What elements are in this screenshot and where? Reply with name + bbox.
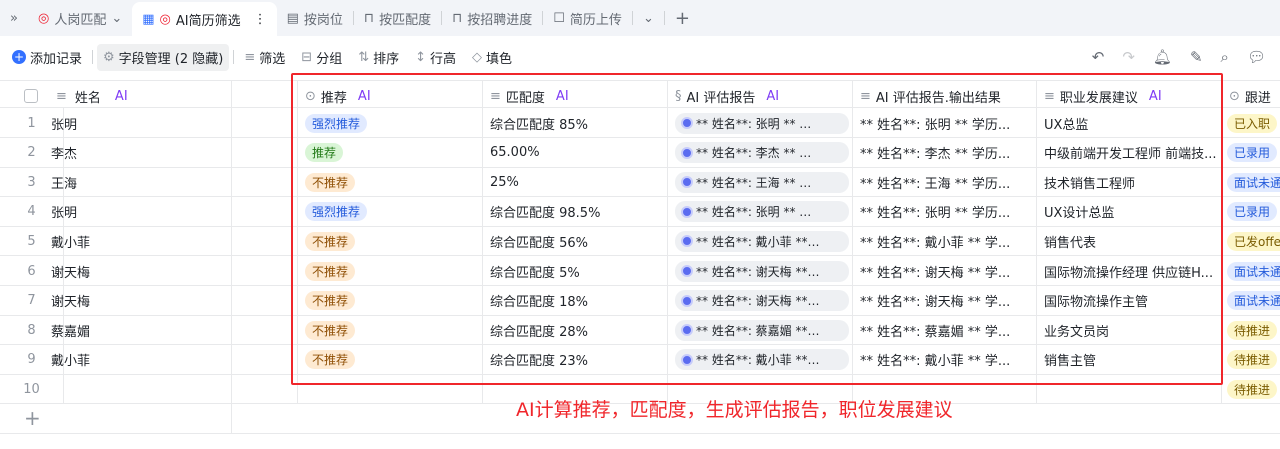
follow-cell[interactable]: 待推进 [1222, 374, 1280, 404]
follow-cell[interactable]: 面试未通 [1222, 256, 1280, 286]
follow-cell[interactable]: 待推进 [1222, 315, 1280, 345]
blank-cell[interactable] [232, 108, 298, 138]
follow-tag: 待推进 [1227, 320, 1278, 340]
row-height-icon: ↕ [415, 49, 427, 65]
paint-bucket-icon: ◇ [472, 49, 483, 65]
gear-icon: ⚙ [103, 49, 115, 65]
chevron-down-icon: ⌄ [111, 10, 123, 26]
more-tabs-chevron-icon[interactable]: ⌄ [633, 0, 664, 36]
expand-icon[interactable]: » [0, 0, 28, 36]
plus-circle-icon: + [12, 50, 26, 64]
tab-by-progress[interactable]: ⊓ 按招聘进度 [442, 0, 542, 36]
divider [233, 50, 235, 64]
group-icon: ⊟ [301, 49, 313, 65]
comment-icon[interactable]: 💬︎ [1247, 48, 1266, 66]
more-icon[interactable]: ⋮ [254, 12, 267, 27]
edit-icon[interactable]: ✎ [1190, 48, 1203, 66]
blank-cell[interactable] [232, 137, 298, 168]
undo-icon[interactable]: ↶ [1092, 48, 1105, 66]
follow-cell[interactable]: 已录用 [1222, 138, 1280, 168]
follow-cell[interactable]: 已入职 [1222, 108, 1280, 138]
blank-cell[interactable] [232, 315, 298, 346]
tab-ai-resume-filter[interactable]: ▦ ◎ AI简历筛选 ⋮ [132, 2, 277, 36]
tab-resume-upload[interactable]: ☐ 简历上传 [543, 0, 632, 36]
group-button[interactable]: ⊟ 分组 [295, 44, 348, 71]
grid-icon: ▦ [142, 11, 155, 27]
follow-tag: 待推进 [1227, 379, 1278, 399]
follow-tag: 面试未通 [1227, 261, 1280, 281]
column-header-blank [232, 81, 298, 111]
search-icon[interactable]: ⌕ [1221, 48, 1229, 66]
blank-cell[interactable] [232, 196, 298, 227]
follow-tag: 已录用 [1227, 143, 1278, 163]
tab-bar: » ◎ 人岗匹配 ⌄ ▦ ◎ AI简历筛选 ⋮ ▤ 按岗位 ⊓ 按匹配度 ⊓ 按招聘进度 ☐ 简历… [0, 0, 1280, 36]
follow-tag: 面试未通 [1227, 291, 1280, 311]
follow-tag: 面试未通 [1227, 172, 1280, 192]
table-icon: ▤ [286, 10, 299, 26]
name-cell[interactable]: 谢天梅 [44, 285, 232, 316]
form-icon: ☐ [553, 10, 565, 26]
name-cell[interactable]: 李杰 [44, 137, 232, 168]
name-cell[interactable] [44, 374, 232, 405]
blank-cell[interactable] [232, 256, 298, 286]
select-all-checkbox[interactable] [24, 89, 38, 103]
follow-cell[interactable]: 面试未通 [1222, 167, 1280, 197]
follow-tag: 已发offer [1227, 231, 1280, 251]
tab-person-job-match[interactable]: ◎ 人岗匹配 ⌄ [28, 0, 132, 36]
filter-button[interactable]: ≡ 筛选 [238, 44, 291, 71]
add-row-button[interactable]: + [0, 404, 232, 434]
redo-icon[interactable]: ↷ [1122, 48, 1135, 66]
add-record-button[interactable]: + 添加记录 [6, 44, 88, 71]
column-header-name[interactable]: ≡ 姓名 AI [0, 81, 232, 111]
toolbar: + 添加记录 ⚙ 字段管理 (2 隐藏) ≡ 筛选 ⊟ 分组 ⇅ 排序 ↕ 行高 ◇ 填色 [0, 42, 1280, 72]
text-field-icon: ≡ [56, 88, 67, 104]
blank-cell[interactable] [232, 374, 298, 405]
sort-button[interactable]: ⇅ 排序 [352, 44, 405, 71]
blank-cell[interactable] [232, 285, 298, 316]
row-height-button[interactable]: ↕ 行高 [409, 44, 462, 71]
follow-cell[interactable]: 面试未通 [1222, 286, 1280, 316]
name-cell[interactable]: 戴小菲 [44, 226, 232, 257]
notification-icon[interactable]: 🔔︎ [1153, 48, 1172, 66]
blank-cell[interactable] [232, 167, 298, 198]
right-tools: ↶ ↷ 🔔︎ ✎ ⌕ 💬︎ [1092, 48, 1266, 66]
follow-tag: 待推进 [1227, 350, 1278, 370]
blank-cell[interactable] [232, 226, 298, 257]
add-tab-icon[interactable]: + [665, 0, 700, 36]
follow-cell[interactable]: 已发offer [1222, 226, 1280, 256]
name-cell[interactable]: 王海 [44, 167, 232, 198]
tab-by-match[interactable]: ⊓ 按匹配度 [354, 0, 441, 36]
name-cell[interactable]: 戴小菲 [44, 344, 232, 375]
single-select-icon: ⊙ [1229, 88, 1240, 104]
follow-cell[interactable]: 待推进 [1222, 345, 1280, 375]
name-cell[interactable]: 谢天梅 [44, 256, 232, 286]
follow-tag: 已入职 [1227, 113, 1278, 133]
blank-cell[interactable] [232, 344, 298, 375]
filter-icon: ≡ [244, 49, 256, 65]
field-management-button[interactable]: ⚙ 字段管理 (2 隐藏) [97, 43, 230, 71]
tab-by-position[interactable]: ▤ 按岗位 [277, 0, 353, 36]
column-header-follow[interactable]: ⊙ 跟进 [1222, 81, 1280, 111]
name-cell[interactable]: 张明 [44, 108, 232, 138]
target-icon: ◎ [37, 10, 50, 26]
divider [92, 50, 94, 64]
annotation-text: AI计算推荐，匹配度，生成评估报告，职位发展建议 [516, 399, 953, 421]
sort-icon: ⇅ [358, 49, 370, 65]
target-icon: ◎ [159, 11, 171, 27]
kanban-icon: ⊓ [363, 10, 375, 26]
kanban-icon: ⊓ [452, 10, 463, 26]
fill-color-button[interactable]: ◇ 填色 [466, 44, 518, 71]
name-cell[interactable]: 张明 [44, 196, 232, 227]
follow-cell[interactable]: 已录用 [1222, 197, 1280, 227]
follow-tag: 已录用 [1227, 202, 1278, 222]
highlight-box [291, 73, 1223, 385]
name-cell[interactable]: 蔡嘉媚 [44, 315, 232, 346]
